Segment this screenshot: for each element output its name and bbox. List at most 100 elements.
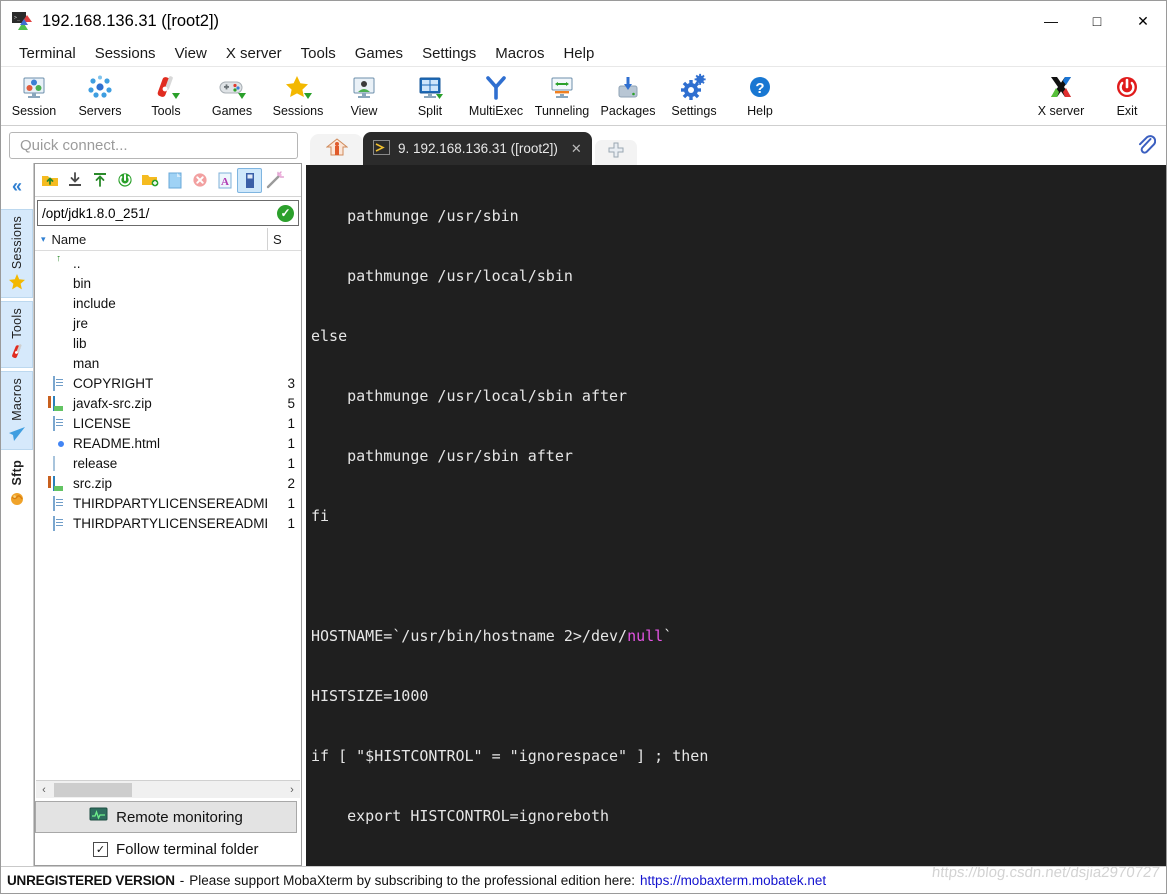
attach-file-button[interactable] [1136, 134, 1157, 161]
menu-sessions[interactable]: Sessions [86, 43, 165, 64]
multiexec-icon [481, 73, 511, 103]
list-item[interactable]: README.html 1 [35, 433, 301, 453]
preserve-attributes-icon[interactable] [237, 167, 262, 193]
refresh-icon[interactable] [112, 168, 137, 193]
document-icon [53, 415, 68, 431]
menu-games[interactable]: Games [346, 43, 412, 64]
file-size: 1 [287, 435, 295, 451]
rail-tab-tools[interactable]: Tools [1, 301, 33, 368]
quick-connect-input[interactable]: Quick connect... [9, 132, 298, 159]
list-item[interactable]: release 1 [35, 453, 301, 473]
new-folder-icon[interactable] [137, 168, 162, 193]
mobaxterm-link[interactable]: https://mobaxterm.mobatek.net [640, 873, 826, 888]
minimize-button[interactable]: — [1028, 1, 1074, 41]
terminal-output[interactable]: pathmunge /usr/sbin pathmunge /usr/local… [306, 165, 1166, 866]
list-item[interactable]: include [35, 293, 301, 313]
sftp-toolbar: A [35, 164, 301, 197]
list-item[interactable]: COPYRIGHT 3 [35, 373, 301, 393]
menu-x-server[interactable]: X server [217, 43, 291, 64]
toolbar-split-label: Split [417, 104, 443, 118]
menu-view[interactable]: View [166, 43, 216, 64]
follow-terminal-folder-row[interactable]: ✓ Follow terminal folder [35, 833, 301, 865]
tab-home[interactable] [310, 134, 363, 165]
mobaxterm-window: >_ 192.168.136.31 ([root2]) — □ ✕ Termin… [0, 0, 1167, 894]
remote-monitoring-button[interactable]: Remote monitoring [35, 801, 297, 833]
list-item[interactable]: lib [35, 333, 301, 353]
open-parent-folder-icon[interactable] [37, 168, 62, 193]
new-file-icon[interactable] [162, 168, 187, 193]
menu-settings[interactable]: Settings [413, 43, 485, 64]
rail-tab-macros[interactable]: Macros [1, 370, 33, 450]
terminal-line: HISTSIZE=1000 [311, 687, 429, 705]
follow-terminal-folder-checkbox[interactable]: ✓ [93, 841, 108, 857]
toolbar-settings-button[interactable]: Settings [661, 70, 727, 118]
file-name: release [73, 455, 118, 471]
view-icon [349, 73, 379, 103]
rail-tab-sftp[interactable]: Sftp [1, 452, 33, 515]
tab-session[interactable]: 9. 192.168.136.31 ([root2]) ✕ [363, 132, 592, 165]
list-item[interactable]: man [35, 353, 301, 373]
toolbar-sessions-button[interactable]: Sessions [265, 70, 331, 118]
list-item[interactable]: src.zip 2 [35, 473, 301, 493]
toolbar-xserver-button[interactable]: X server [1028, 70, 1094, 118]
download-icon[interactable] [62, 168, 87, 193]
list-item[interactable]: THIRDPARTYLICENSEREADME.txt 1 [35, 513, 301, 533]
collapse-sidebar-button[interactable]: « [1, 163, 33, 209]
toolbar-tools-label: Tools [151, 104, 181, 118]
toolbar-help-button[interactable]: ? Help [727, 70, 793, 118]
toolbar-servers-button[interactable]: Servers [67, 70, 133, 118]
terminal-line: if [ "$HISTCONTROL" = "ignorespace" ] ; … [311, 747, 709, 765]
list-item[interactable]: bin [35, 273, 301, 293]
file-name: .. [73, 255, 81, 271]
sftp-panel: A /opt/jdk1.8.0_251/ ✓ ▾ Name S .. bin i… [34, 163, 302, 866]
toolbar-view-button[interactable]: View [331, 70, 397, 118]
terminal-line: pathmunge /usr/sbin after [311, 447, 573, 465]
toolbar-multiexec-button[interactable]: MultiExec [463, 70, 529, 118]
scrollbar-thumb[interactable] [54, 782, 132, 797]
toolbar-tools-button[interactable]: Tools [133, 70, 199, 118]
file-list[interactable]: .. bin include jre lib man COPYRIGHT 3 j… [35, 251, 301, 780]
sort-caret-icon: ▾ [41, 233, 46, 244]
toolbar-packages-button[interactable]: Packages [595, 70, 661, 118]
list-item[interactable]: jre [35, 313, 301, 333]
column-header-name-label: Name [51, 231, 87, 247]
magic-wand-icon[interactable] [262, 168, 287, 193]
horizontal-scrollbar[interactable]: ‹ › [36, 780, 300, 798]
toolbar-games-button[interactable]: Games [199, 70, 265, 118]
list-item[interactable]: THIRDPARTYLICENSEREADME-JA... 1 [35, 493, 301, 513]
scroll-left-arrow[interactable]: ‹ [36, 784, 52, 796]
menu-help[interactable]: Help [554, 43, 603, 64]
toolbar-tunneling-button[interactable]: Tunneling [529, 70, 595, 118]
toolbar-split-button[interactable]: Split [397, 70, 463, 118]
folder-icon [53, 296, 68, 310]
svg-text:?: ? [755, 80, 764, 97]
sftp-path-bar[interactable]: /opt/jdk1.8.0_251/ ✓ [37, 200, 299, 226]
file-name: javafx-src.zip [73, 395, 152, 411]
rail-tab-sftp-label: Sftp [9, 459, 24, 486]
games-icon [217, 73, 247, 103]
menu-terminal[interactable]: Terminal [10, 43, 85, 64]
upload-icon[interactable] [87, 168, 112, 193]
close-button[interactable]: ✕ [1120, 1, 1166, 41]
scroll-right-arrow[interactable]: › [284, 784, 300, 796]
text-edit-icon[interactable]: A [212, 168, 237, 193]
toolbar-session-button[interactable]: Session [1, 70, 67, 118]
scrollbar-track[interactable] [52, 782, 284, 797]
delete-icon[interactable] [187, 168, 212, 193]
column-header-size[interactable]: S [267, 228, 301, 250]
terminal-line: pathmunge /usr/local/sbin [311, 267, 573, 285]
file-name: COPYRIGHT [73, 375, 154, 391]
tab-add-button[interactable] [594, 140, 637, 165]
list-item[interactable]: LICENSE 1 [35, 413, 301, 433]
menu-macros[interactable]: Macros [486, 43, 553, 64]
menu-tools[interactable]: Tools [292, 43, 345, 64]
column-header-name[interactable]: ▾ Name [35, 232, 267, 247]
maximize-button[interactable]: □ [1074, 1, 1120, 41]
toolbar-exit-button[interactable]: Exit [1094, 70, 1160, 118]
tab-close-button[interactable]: ✕ [566, 141, 587, 157]
session-icon [19, 73, 49, 103]
list-item[interactable]: .. [35, 253, 301, 273]
rail-tab-sessions[interactable]: Sessions [1, 209, 33, 299]
list-item[interactable]: javafx-src.zip 5 [35, 393, 301, 413]
